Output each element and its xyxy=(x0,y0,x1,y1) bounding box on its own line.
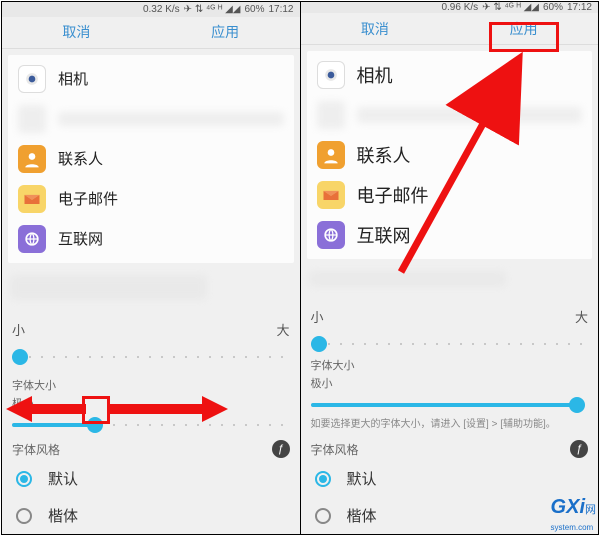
blurred-icon xyxy=(18,105,46,133)
font-style-label: 字体风格 xyxy=(12,441,60,458)
watermark: GXi网 system.com xyxy=(551,496,596,533)
list-item: 互联网 xyxy=(8,219,294,259)
size-small: 小 xyxy=(311,307,324,326)
radio-on-icon xyxy=(16,471,32,487)
font-option-kaiti[interactable]: 楷体 xyxy=(2,497,300,534)
email-icon xyxy=(317,181,345,209)
list-item: 相机 xyxy=(8,59,294,99)
highlight-box-apply xyxy=(489,22,559,52)
status-bar: 0.96 K/s ✈ ⇅ ⁴ᴳ ᴴ ◢◢ 60% 17:12 xyxy=(301,2,599,13)
size-small: 小 xyxy=(12,320,25,339)
internet-icon xyxy=(18,225,46,253)
net-speed: 0.32 K/s xyxy=(143,4,180,15)
contacts-icon xyxy=(18,145,46,173)
icon-size-slider[interactable] xyxy=(311,332,589,344)
app-label: 相机 xyxy=(58,68,284,89)
icon-size-labels: 小 大 xyxy=(2,306,300,341)
font-style-label: 字体风格 xyxy=(311,441,359,458)
font-min-label: 极小 xyxy=(301,375,599,391)
contacts-icon xyxy=(317,141,345,169)
font-help-icon[interactable]: ƒ xyxy=(570,440,588,458)
internet-icon xyxy=(317,221,345,249)
app-preview-list: 相机 联系人 电子邮件 互联网 xyxy=(8,55,294,263)
font-style-header: 字体风格 ƒ xyxy=(301,436,599,460)
font-size-hint: 如要选择更大的字体大小，请进入 [设置] > [辅助功能]。 xyxy=(301,409,599,436)
arrow-left-icon xyxy=(6,394,86,424)
arrow-diagonal-icon xyxy=(391,52,531,282)
font-style-header: 字体风格 ƒ xyxy=(2,436,300,460)
list-item xyxy=(8,99,294,139)
icon-size-labels: 小 大 xyxy=(301,293,599,328)
radio-off-icon xyxy=(16,508,32,524)
status-icons: ✈ ⇅ ⁴ᴳ ᴴ ◢◢ xyxy=(482,2,539,13)
font-size-label: 字体大小 xyxy=(301,357,599,373)
blurred-label xyxy=(58,112,284,126)
option-label: 默认 xyxy=(48,468,78,489)
app-label: 互联网 xyxy=(58,228,284,249)
blurred-icon xyxy=(317,101,345,129)
phone-right: 0.96 K/s ✈ ⇅ ⁴ᴳ ᴴ ◢◢ 60% 17:12 取消 应用 相机 … xyxy=(301,2,599,534)
cancel-button[interactable]: 取消 xyxy=(301,13,450,45)
arrow-right-icon xyxy=(108,394,228,424)
font-option-default[interactable]: 默认 xyxy=(2,460,300,497)
app-label: 联系人 xyxy=(58,148,284,169)
header-bar: 取消 应用 xyxy=(2,17,300,49)
font-size-slider[interactable] xyxy=(311,393,589,405)
camera-icon xyxy=(18,65,46,93)
font-size-label: 字体大小 xyxy=(2,377,300,393)
cancel-button[interactable]: 取消 xyxy=(2,16,151,48)
list-item: 联系人 xyxy=(8,139,294,179)
net-speed: 0.96 K/s xyxy=(441,2,478,13)
status-icons: ✈ ⇅ ⁴ᴳ ᴴ ◢◢ xyxy=(184,4,241,15)
radio-off-icon xyxy=(315,508,331,524)
option-label: 默认 xyxy=(347,468,377,489)
status-bar: 0.32 K/s ✈ ⇅ ⁴ᴳ ᴴ ◢◢ 60% 17:12 xyxy=(2,2,300,17)
icon-size-slider[interactable] xyxy=(12,345,290,364)
battery-pct: 60% xyxy=(244,4,264,15)
highlight-box-slider xyxy=(82,396,110,424)
email-icon xyxy=(18,185,46,213)
radio-on-icon xyxy=(315,471,331,487)
phone-left: 0.32 K/s ✈ ⇅ ⁴ᴳ ᴴ ◢◢ 60% 17:12 取消 应用 相机 … xyxy=(2,2,301,534)
size-large: 大 xyxy=(575,307,588,326)
camera-icon xyxy=(317,61,345,89)
list-item: 电子邮件 xyxy=(8,179,294,219)
option-label: 楷体 xyxy=(48,505,78,526)
app-label: 电子邮件 xyxy=(58,188,284,209)
clock: 17:12 xyxy=(567,2,592,13)
blurred-region xyxy=(10,275,292,301)
font-help-icon[interactable]: ƒ xyxy=(272,440,290,458)
size-large: 大 xyxy=(276,320,289,339)
font-option-default[interactable]: 默认 xyxy=(301,460,599,497)
option-label: 楷体 xyxy=(347,505,377,526)
apply-button[interactable]: 应用 xyxy=(151,16,300,48)
clock: 17:12 xyxy=(268,4,293,15)
battery-pct: 60% xyxy=(543,2,563,13)
